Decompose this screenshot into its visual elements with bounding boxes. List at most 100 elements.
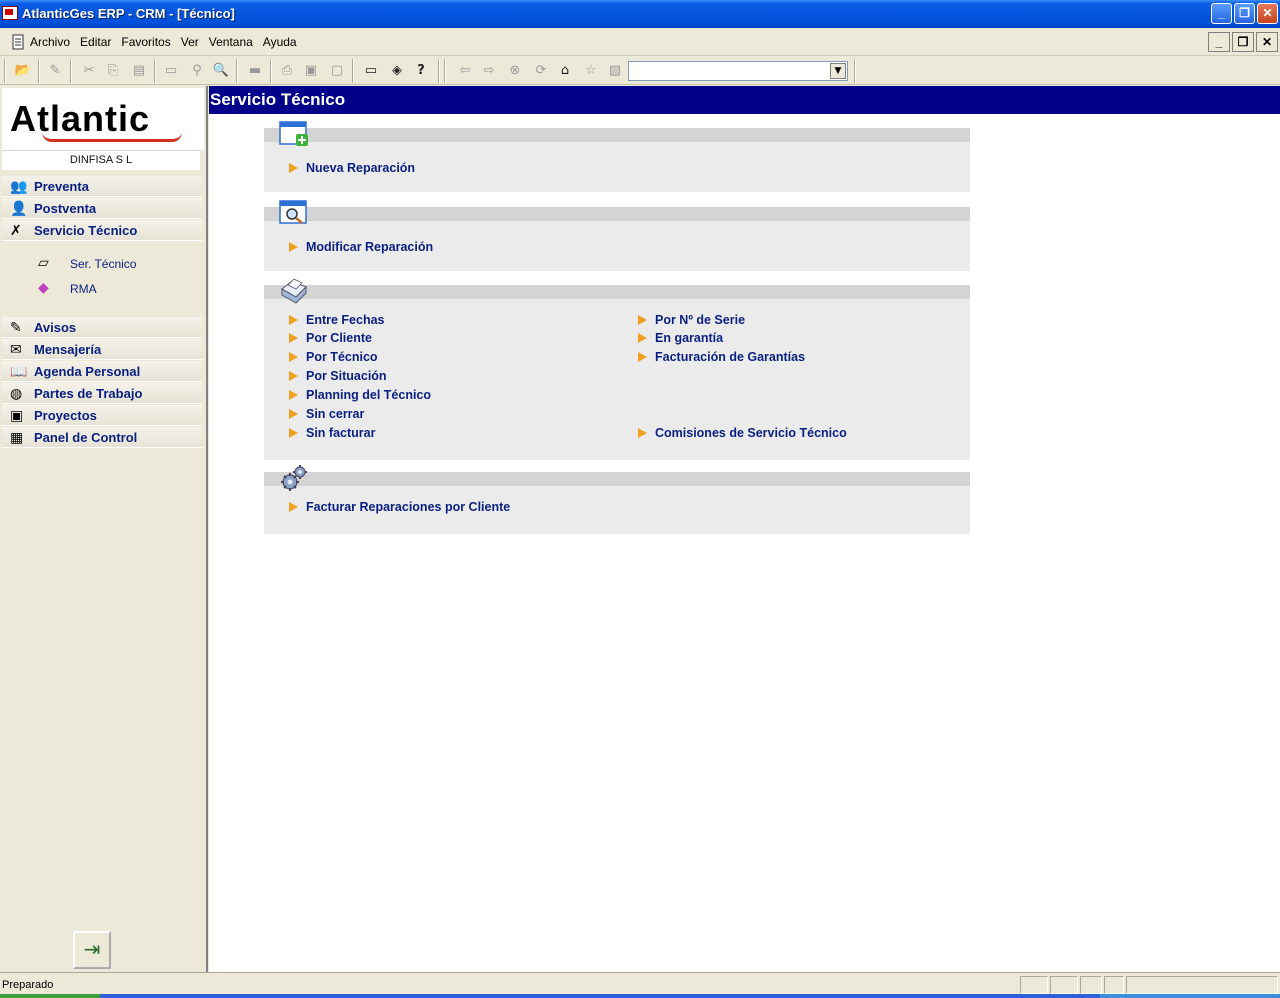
address-combo[interactable]: ▼: [628, 61, 848, 81]
menu-ayuda[interactable]: Ayuda: [263, 35, 297, 49]
link-comisiones-servicio-tecnico[interactable]: Comisiones de Servicio Técnico: [638, 426, 847, 440]
new-window-icon: [279, 121, 308, 146]
sidebar-item-partes-de-trabajo[interactable]: ◍ Partes de Trabajo: [2, 383, 202, 404]
link-por-situacion[interactable]: Por Situación: [289, 369, 387, 383]
status-pane: [1080, 976, 1102, 994]
window-title: AtlanticGes ERP - CRM - [Técnico]: [22, 6, 235, 21]
logo-swoosh: [42, 132, 182, 142]
sidebar-item-postventa[interactable]: 👤 Postventa: [2, 198, 202, 219]
print-icon[interactable]: ⎙: [276, 60, 298, 82]
back-arrow-icon[interactable]: ⇦: [454, 60, 476, 82]
window-icon[interactable]: ▭: [160, 60, 182, 82]
toolbar-separator: [154, 59, 156, 83]
scanner-icon[interactable]: ▬: [244, 60, 266, 82]
help-icon[interactable]: ?: [410, 60, 432, 82]
search-icon[interactable]: 🔍: [210, 60, 232, 82]
print-preview-icon[interactable]: ▣: [300, 60, 322, 82]
link-label: Comisiones de Servicio Técnico: [655, 426, 847, 440]
menu-ventana[interactable]: Ventana: [209, 35, 253, 49]
link-por-n-serie[interactable]: Por Nº de Serie: [638, 313, 745, 327]
link-modificar-reparacion[interactable]: Modificar Reparación: [289, 240, 433, 254]
note-icon: ✎: [10, 320, 22, 336]
link-por-tecnico[interactable]: Por Técnico: [289, 350, 378, 364]
rma-box-icon: ◆: [38, 280, 49, 296]
sidebar-item-label: Avisos: [34, 320, 77, 335]
sidebar-item-proyectos[interactable]: ▣ Proyectos: [2, 405, 202, 426]
arrow-icon: [638, 315, 647, 325]
link-label: Por Situación: [306, 369, 387, 383]
link-label: Planning del Técnico: [306, 388, 432, 402]
link-planning-del-tecnico[interactable]: Planning del Técnico: [289, 388, 431, 402]
arrow-icon: [638, 333, 647, 343]
paste-icon[interactable]: ▤: [128, 60, 150, 82]
menu-archivo[interactable]: Archivo: [30, 35, 70, 49]
link-sin-facturar[interactable]: Sin facturar: [289, 426, 375, 440]
sidebar-item-servicio-tecnico[interactable]: ✗ Servicio Técnico: [2, 220, 202, 241]
link-sin-cerrar[interactable]: Sin cerrar: [289, 407, 364, 421]
binoculars-icon[interactable]: ⚲: [186, 60, 208, 82]
mdi-restore-button[interactable]: ❐: [1232, 32, 1254, 52]
link-nueva-reparacion[interactable]: Nueva Reparación: [289, 161, 415, 175]
save-icon[interactable]: ▢: [326, 60, 348, 82]
history-icon[interactable]: ▧: [604, 60, 626, 82]
window-title-bar[interactable]: AtlanticGes ERP - CRM - [Técnico] _ ❐ ✕: [0, 0, 1280, 28]
link-por-cliente[interactable]: Por Cliente: [289, 331, 372, 345]
sidebar-item-avisos[interactable]: ✎ Avisos: [2, 317, 202, 338]
link-facturacion-garantias[interactable]: Facturación de Garantías: [638, 350, 805, 364]
refresh-icon[interactable]: ⟳: [530, 60, 552, 82]
sidebar-item-label: Panel de Control: [34, 430, 138, 445]
mdi-minimize-button[interactable]: _: [1208, 32, 1230, 52]
sidebar: Atlantic DINFISA S L 👥 Preventa 👤 Postve…: [0, 86, 208, 972]
sidebar-item-mensajeria[interactable]: ✉ Mensajería: [2, 339, 202, 360]
link-label: Facturar Reparaciones por Cliente: [306, 500, 511, 514]
sidebar-item-agenda-personal[interactable]: 📖 Agenda Personal: [2, 361, 202, 382]
menu-favoritos[interactable]: Favoritos: [121, 35, 170, 49]
arrow-icon: [638, 352, 647, 362]
sidebar-item-label: Preventa: [34, 179, 89, 194]
toolbar-separator: [70, 59, 72, 83]
arrow-icon: [289, 371, 298, 381]
status-text: Preparado: [2, 979, 54, 991]
toolbar-separator: [38, 59, 40, 83]
link-label: Modificar Reparación: [306, 240, 434, 254]
toolbar-separator: [4, 59, 6, 83]
document-icon[interactable]: [10, 34, 26, 50]
monitor-icon[interactable]: ▭: [360, 60, 382, 82]
menu-ver[interactable]: Ver: [181, 35, 199, 49]
favorites-icon[interactable]: ☆: [580, 60, 602, 82]
cut-icon[interactable]: ✂: [78, 60, 100, 82]
copy-icon[interactable]: ⎘: [102, 60, 124, 82]
maximize-button[interactable]: ❐: [1234, 3, 1255, 24]
link-entre-fechas[interactable]: Entre Fechas: [289, 313, 385, 327]
sidebar-item-preventa[interactable]: 👥 Preventa: [2, 176, 202, 197]
link-en-garantia[interactable]: En garantía: [638, 331, 723, 345]
arrow-icon: [289, 163, 298, 173]
sidebar-item-panel-de-control[interactable]: ▦ Panel de Control: [2, 427, 202, 448]
arrow-icon: [289, 390, 298, 400]
link-facturar-reparaciones[interactable]: Facturar Reparaciones por Cliente: [289, 500, 510, 514]
forward-arrow-icon[interactable]: ⇨: [478, 60, 500, 82]
chevron-down-icon[interactable]: ▼: [830, 63, 846, 79]
person-icon: 👤: [10, 201, 28, 217]
open-folder-icon[interactable]: 📂: [12, 60, 34, 82]
exit-door-icon: ⇥: [83, 937, 101, 961]
section-band: [264, 285, 970, 299]
sidebar-item-label: Partes de Trabajo: [34, 386, 143, 401]
arrow-icon: [289, 428, 298, 438]
mdi-close-button[interactable]: ✕: [1256, 32, 1278, 52]
exit-button[interactable]: ⇥: [73, 931, 111, 969]
home-icon[interactable]: ⌂: [554, 60, 576, 82]
status-pane: [1104, 976, 1124, 994]
arrow-icon: [289, 315, 298, 325]
close-button[interactable]: ✕: [1257, 3, 1278, 24]
diamond-icon[interactable]: ◈: [386, 60, 408, 82]
stop-icon[interactable]: ⊗: [504, 60, 526, 82]
monitor-icon: ▣: [10, 408, 24, 424]
sidebar-item-label: Postventa: [34, 201, 97, 216]
arrow-icon: [289, 409, 298, 419]
menu-editar[interactable]: Editar: [80, 35, 111, 49]
edit-icon[interactable]: ✎: [44, 60, 66, 82]
app-icon[interactable]: [2, 6, 18, 20]
page-title: Servicio Técnico: [209, 86, 1280, 114]
minimize-button[interactable]: _: [1211, 3, 1232, 24]
